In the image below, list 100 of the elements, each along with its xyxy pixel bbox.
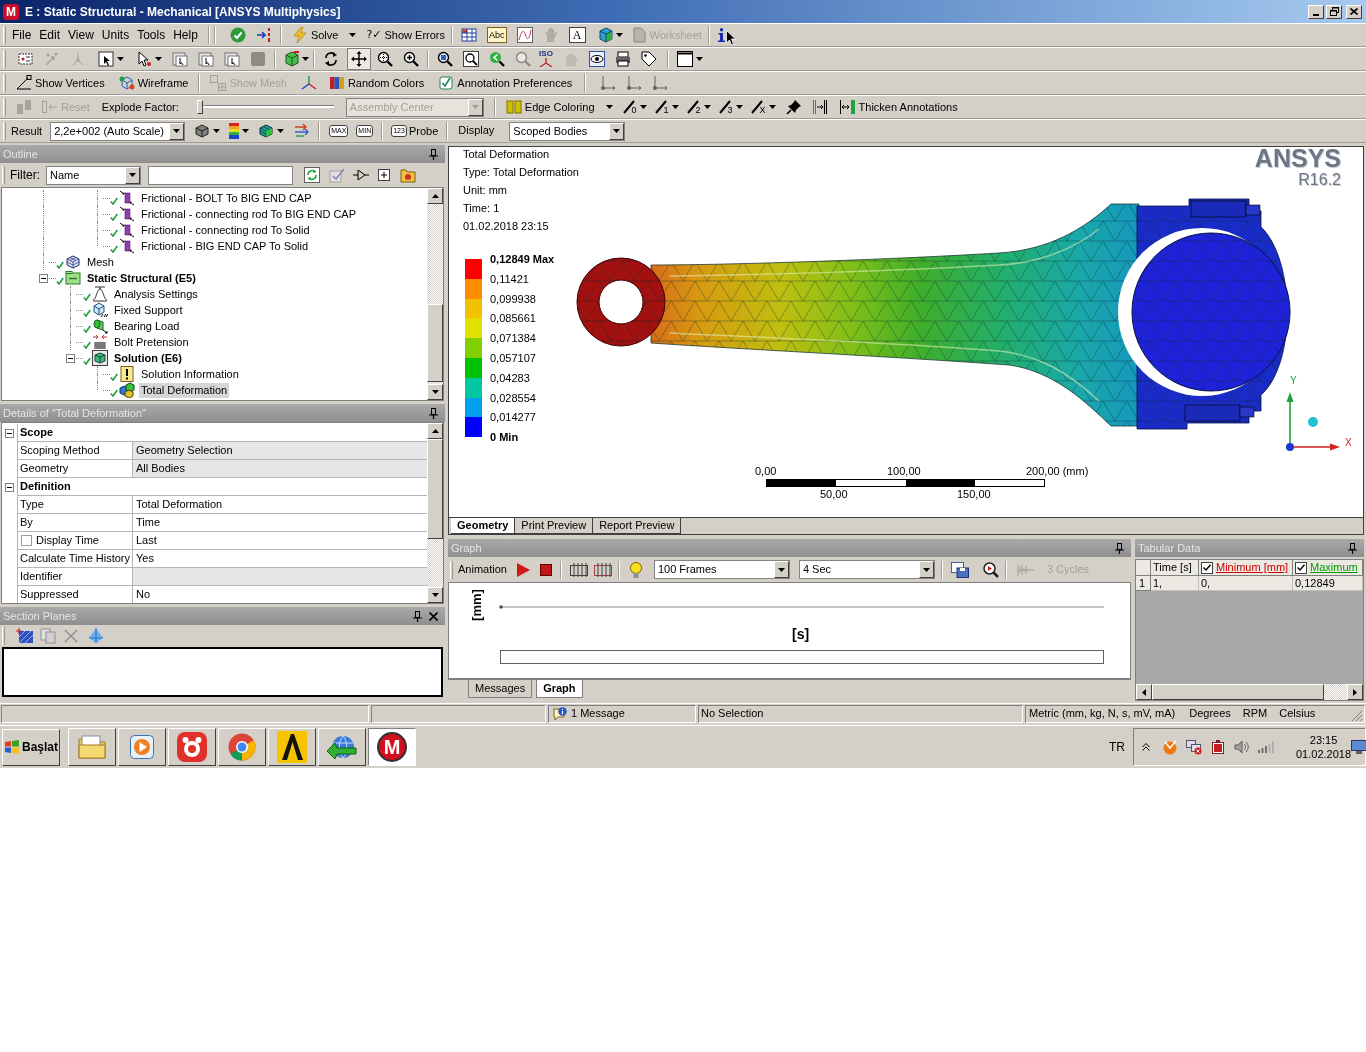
tree-item[interactable]: Analysis Settings (112, 286, 200, 302)
display-dropdown[interactable]: Scoped Bodies (509, 121, 626, 141)
scrollbar-thumb[interactable] (427, 304, 443, 382)
arrows-icon[interactable] (294, 123, 311, 139)
caret-icon[interactable] (213, 129, 221, 133)
scroll-up-button[interactable] (427, 188, 443, 204)
toggle-button[interactable]: Wireframe (116, 72, 191, 94)
scale-dropdown[interactable]: 2,2e+002 (Auto Scale) (50, 121, 186, 141)
speaker-icon[interactable] (1234, 739, 1250, 755)
pointer-icon[interactable] (136, 51, 152, 67)
zoom-fit-icon[interactable] (437, 51, 453, 67)
scroll-right-button[interactable] (1347, 684, 1363, 700)
arrow-dots-icon[interactable] (44, 51, 60, 67)
language-indicator[interactable]: TR (1109, 738, 1125, 756)
film-strip-icon[interactable] (593, 561, 612, 578)
toggle-button[interactable]: Annotation Preferences (436, 72, 575, 94)
toggle-button[interactable]: Random Colors (326, 72, 427, 94)
pin-icon[interactable] (1115, 542, 1124, 554)
panel-tab[interactable]: Graph (536, 680, 583, 698)
magnifier-icon[interactable] (515, 51, 531, 67)
timeline-track[interactable] (500, 650, 1104, 664)
plane-plus-icon[interactable] (16, 628, 34, 644)
start-button[interactable]: Başlat (2, 728, 60, 766)
close-icon[interactable] (429, 611, 438, 621)
tree-item[interactable]: Bolt Pretension (112, 334, 191, 350)
cube-icon[interactable] (597, 27, 614, 43)
thicken-annotations-button[interactable]: Thicken Annotations (837, 96, 960, 118)
window-pointer-icon[interactable] (172, 51, 188, 67)
zoom-icon[interactable] (377, 51, 393, 67)
letter-button[interactable]: A (568, 27, 586, 43)
pan-button[interactable] (347, 48, 371, 70)
axes-icon[interactable] (300, 75, 317, 91)
status-temperature-unit[interactable]: Celsius (1279, 705, 1316, 722)
view-tab[interactable]: Report Preview (593, 518, 682, 534)
tree-item[interactable]: Static Structural (E5) (85, 270, 198, 286)
close-button[interactable] (1346, 4, 1362, 19)
caret-icon[interactable] (615, 33, 623, 37)
film-strip-icon[interactable] (569, 561, 588, 578)
line-weight-button[interactable]: 3 (718, 96, 743, 118)
caret-icon[interactable] (242, 129, 250, 133)
taskbar-button[interactable]: M (368, 728, 416, 766)
taskbar-button[interactable] (118, 728, 166, 766)
view-tab[interactable]: Print Preview (515, 518, 594, 534)
zoom-back-icon[interactable] (489, 51, 505, 67)
bar-arrow-icon[interactable] (811, 99, 828, 115)
scroll-left-button[interactable] (1136, 684, 1152, 700)
abc-button[interactable]: Abc (487, 27, 507, 43)
minus-box-icon[interactable] (5, 428, 14, 438)
duration-dropdown[interactable]: 4 Sec (798, 560, 935, 579)
tree-item[interactable]: Solution Information (139, 366, 241, 382)
eye-box-icon[interactable] (589, 51, 605, 67)
stop-icon[interactable] (539, 563, 552, 576)
status-speed-unit[interactable]: RPM (1242, 705, 1268, 722)
pin-icon[interactable] (1348, 542, 1357, 554)
pin-icon[interactable] (429, 407, 438, 419)
scroll-up-button[interactable] (427, 423, 443, 439)
menu-item[interactable]: Edit (35, 25, 65, 45)
scroll-down-button[interactable] (427, 384, 443, 400)
signal-bars-icon[interactable] (1258, 741, 1274, 753)
panel-tab[interactable]: Messages (468, 680, 533, 698)
status-message[interactable]: 1 Message (571, 705, 625, 722)
line-weight-button[interactable]: 1 (654, 96, 679, 118)
property-value[interactable]: Geometry Selection (133, 442, 427, 460)
tree-item[interactable]: Frictional - BIG END CAP To Solid (139, 238, 311, 254)
minus-box-icon[interactable] (66, 353, 75, 363)
menu-item[interactable]: Tools (133, 25, 170, 45)
tree-item[interactable]: Fixed Support (112, 302, 185, 318)
scrollbar-thumb[interactable] (427, 439, 443, 539)
check-box-icon[interactable] (329, 167, 345, 183)
scrollbar-thumb[interactable] (1152, 684, 1324, 700)
status-angle-unit[interactable]: Degrees (1189, 705, 1231, 722)
status-units[interactable]: Metric (mm, kg, N, s, mV, mA) (1029, 705, 1176, 722)
refresh-icon[interactable] (304, 167, 320, 183)
zoom-box-icon[interactable] (463, 51, 479, 67)
toggle-button[interactable]: Show Vertices (14, 72, 107, 94)
vertical-scrollbar[interactable] (427, 423, 443, 603)
filter-dropdown[interactable]: Name (46, 165, 141, 185)
dotted-box-icon[interactable] (18, 51, 34, 67)
filter-text-field[interactable] (148, 165, 293, 185)
axis-corner-icon[interactable] (652, 75, 669, 91)
tag-icon[interactable] (641, 51, 657, 67)
info-icon[interactable] (717, 28, 725, 42)
caret-icon[interactable] (696, 57, 703, 61)
vertical-scrollbar[interactable] (427, 188, 443, 400)
taskbar-button[interactable] (168, 728, 216, 766)
taskbar-button[interactable] (318, 728, 366, 766)
line-weight-button[interactable]: X (750, 96, 776, 118)
taskbar-button[interactable] (268, 728, 316, 766)
caret-icon[interactable] (117, 57, 124, 61)
series-checkbox[interactable] (1201, 561, 1213, 574)
line-weight-button[interactable]: 0 (622, 96, 647, 118)
color-scale-icon[interactable] (229, 123, 240, 139)
folder-icon[interactable] (400, 167, 416, 183)
caret-icon[interactable] (155, 57, 162, 61)
horizontal-scrollbar[interactable] (1136, 684, 1363, 700)
menu-item[interactable]: View (64, 25, 98, 45)
series-checkbox[interactable] (1295, 561, 1307, 574)
film-disk-icon[interactable] (950, 561, 969, 578)
clock-time[interactable]: 23:15 (1309, 733, 1338, 747)
column-header[interactable]: Time [s] (1153, 559, 1192, 576)
